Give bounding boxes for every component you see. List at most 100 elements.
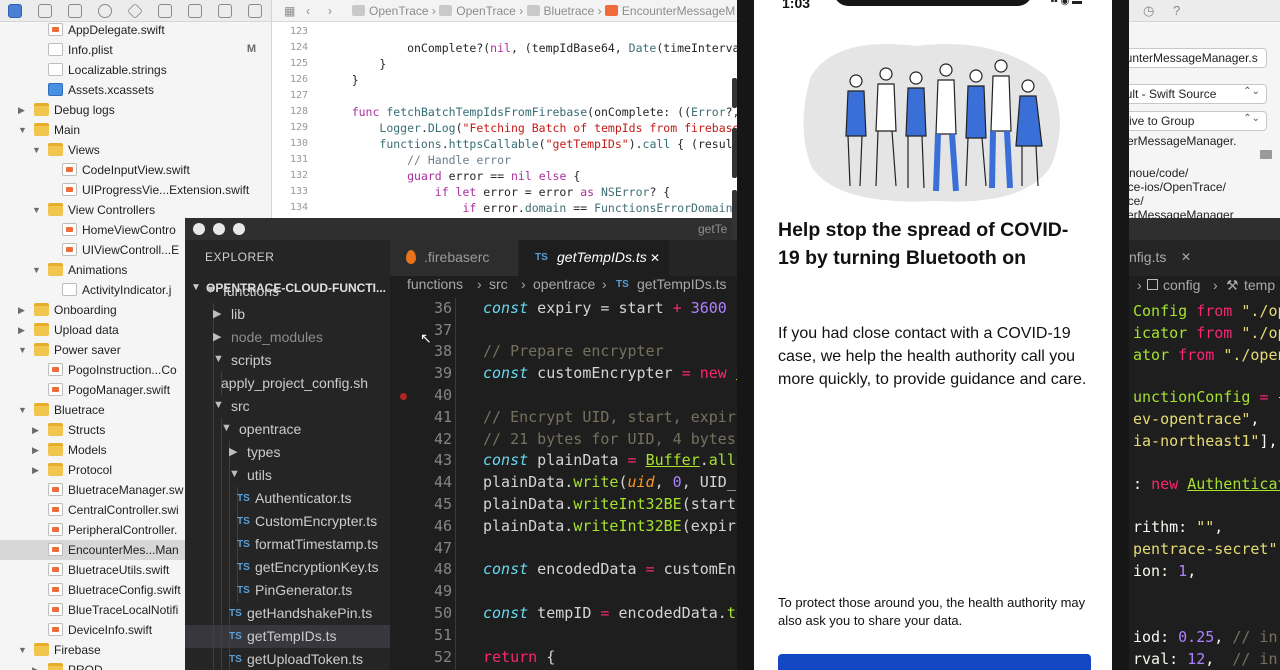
navigator-file[interactable]: UIProgressVie...Extension.swift	[0, 180, 271, 200]
find-navigator-icon[interactable]	[98, 4, 112, 18]
volume-button[interactable]	[732, 128, 737, 178]
explorer-file[interactable]: TS Authenticator.ts	[185, 487, 390, 510]
explorer-folder[interactable]: ▼ scripts	[185, 349, 390, 372]
crumb-file[interactable]: getTempIDs.ts	[637, 276, 726, 292]
xcode-code-lines[interactable]: 123 124 onComplete?(nil, (tempIdBase64, D…	[272, 24, 746, 216]
code-line[interactable]: 132 guard error == nil else {	[272, 168, 742, 184]
code-line[interactable]: ev-opentrace",	[1133, 410, 1259, 428]
disclosure-triangle-icon[interactable]: ▶	[32, 464, 42, 476]
explorer-file[interactable]: TS formatTimestamp.ts	[185, 533, 390, 556]
jump-bar-path[interactable]: OpenTrace › OpenTrace › Bluetrace › Enco…	[352, 4, 735, 18]
code-line[interactable]: 127	[272, 88, 742, 104]
code-line[interactable]: 124 onComplete?(nil, (tempIdBase64, Date…	[272, 40, 746, 56]
navigator-file[interactable]: Localizable.strings	[0, 60, 271, 80]
file-type-select[interactable]: ault - Swift Source ⌃⌄	[1113, 84, 1267, 104]
volume-button[interactable]	[732, 78, 737, 108]
explorer-folder[interactable]: ▼ src	[185, 395, 390, 418]
navigator-file[interactable]: Assets.xcassets	[0, 80, 271, 100]
issue-navigator-icon[interactable]	[127, 3, 143, 19]
explorer-file[interactable]: TS getEncryptionKey.ts	[185, 556, 390, 579]
explorer-folder[interactable]: ▼ utils	[185, 464, 390, 487]
test-navigator-icon[interactable]	[158, 4, 172, 18]
explorer-folder[interactable]: ▼ opentrace	[185, 418, 390, 441]
navigator-group[interactable]: ▶ Debug logs	[0, 100, 271, 120]
disclosure-triangle-icon[interactable]: ▼	[32, 144, 42, 156]
explorer-file[interactable]: TS getTempIDs.ts	[185, 625, 390, 648]
disclosure-triangle-icon[interactable]: ▼	[18, 124, 28, 136]
navigator-group[interactable]: ▼ View Controllers	[0, 200, 271, 220]
code-line[interactable]: pentrace-secret",	[1133, 540, 1280, 558]
explorer-file[interactable]: TS getUploadToken.ts	[185, 648, 390, 670]
explorer-file[interactable]: TS getHandshakePin.ts	[185, 602, 390, 625]
disclosure-triangle-icon[interactable]: ▶	[18, 104, 28, 116]
close-tab-icon[interactable]: ✕	[1181, 250, 1191, 264]
close-tab-icon[interactable]: ✕	[650, 251, 660, 265]
disclosure-triangle-icon[interactable]: ▶	[32, 424, 42, 436]
tab-firebaserc[interactable]: .firebaserc	[390, 240, 518, 276]
project-navigator-icon[interactable]	[8, 4, 22, 18]
code-line[interactable]: ion: 1,	[1133, 562, 1196, 580]
code-line[interactable]: Config from "./op	[1133, 302, 1280, 320]
disclosure-triangle-icon[interactable]: ▶	[32, 444, 42, 456]
disclosure-triangle-icon[interactable]: ▶	[18, 304, 28, 316]
disclosure-triangle-icon[interactable]: ▼	[32, 264, 42, 276]
source-control-icon[interactable]	[38, 4, 52, 18]
code-line[interactable]: : new Authenticat	[1133, 475, 1280, 493]
explorer-file[interactable]: apply_project_config.sh	[185, 372, 390, 395]
tab-config[interactable]: nfig.ts ✕	[1129, 240, 1280, 276]
zoom-window-button[interactable]	[233, 223, 245, 235]
navigator-file[interactable]: Info.plist M	[0, 40, 271, 60]
primary-action-button[interactable]	[778, 654, 1091, 670]
navigator-file[interactable]: CodeInputView.swift	[0, 160, 271, 180]
folder-icon[interactable]	[1260, 150, 1272, 159]
code-line[interactable]: ia-northeast1"],	[1133, 432, 1278, 450]
forward-icon[interactable]: ›	[328, 4, 332, 18]
breakpoint-navigator-icon[interactable]	[218, 4, 232, 18]
code-line[interactable]: ator from "./open	[1133, 346, 1280, 364]
code-line[interactable]: 131 // Handle error	[272, 152, 742, 168]
crumb-src[interactable]: src	[489, 276, 508, 292]
file-name-field[interactable]: ounterMessageManager.s	[1113, 48, 1267, 68]
back-icon[interactable]: ‹	[306, 4, 310, 18]
navigator-group[interactable]: ▼ Views	[0, 140, 271, 160]
explorer-file[interactable]: TS CustomEncrypter.ts	[185, 510, 390, 533]
location-select[interactable]: ative to Group ⌃⌄	[1113, 111, 1267, 131]
code-line[interactable]: icator from "./ope	[1133, 324, 1280, 342]
disclosure-triangle-icon[interactable]: ▼	[18, 344, 28, 356]
code-line[interactable]: 130 functions.httpsCallable("getTempIDs"…	[272, 136, 746, 152]
explorer-file[interactable]: TS PinGenerator.ts	[185, 579, 390, 602]
symbol-navigator-icon[interactable]	[68, 4, 82, 18]
tab-gettempids[interactable]: TS getTempIDs.ts ✕	[519, 240, 669, 276]
code-line[interactable]: 129 Logger.DLog("Fetching Batch of tempI…	[272, 120, 746, 136]
crumb-opentrace[interactable]: opentrace	[533, 276, 595, 292]
code-line[interactable]: unctionConfig = {	[1133, 388, 1280, 406]
grid-icon[interactable]: ▦	[284, 4, 295, 18]
code-line[interactable]: rval: 12, // in	[1133, 650, 1278, 668]
explorer-folder[interactable]: ▼ functions	[185, 280, 390, 303]
code-line[interactable]: iod: 0.25, // in	[1133, 628, 1278, 646]
code-line[interactable]: 128 func fetchBatchTempIdsFromFirebase(o…	[272, 104, 742, 120]
code-line[interactable]: 126 }	[272, 72, 742, 88]
disclosure-triangle-icon[interactable]: ▼	[18, 644, 28, 656]
navigator-file[interactable]: AppDelegate.swift	[0, 20, 271, 40]
code-line[interactable]: 133 if let error = error as NSError? {	[272, 184, 742, 200]
explorer-folder[interactable]: ▶ lib	[185, 303, 390, 326]
code-line[interactable]: 125 }	[272, 56, 742, 72]
debug-navigator-icon[interactable]	[188, 4, 202, 18]
disclosure-triangle-icon[interactable]: ▶	[18, 324, 28, 336]
volume-button[interactable]	[732, 190, 737, 240]
report-navigator-icon[interactable]	[248, 4, 262, 18]
close-window-button[interactable]	[193, 223, 205, 235]
minimize-window-button[interactable]	[213, 223, 225, 235]
explorer-folder[interactable]: ▶ node_modules	[185, 326, 390, 349]
code-line[interactable]: 123	[272, 24, 742, 40]
help-icon[interactable]: ?	[1173, 3, 1180, 18]
disclosure-triangle-icon[interactable]: ▼	[18, 404, 28, 416]
disclosure-triangle-icon[interactable]: ▼	[32, 204, 42, 216]
explorer-folder[interactable]: ▶ types	[185, 441, 390, 464]
crumb-functions[interactable]: functions	[407, 276, 463, 292]
navigator-group[interactable]: ▼ Main	[0, 120, 271, 140]
history-icon[interactable]: ◷	[1143, 3, 1154, 19]
code-line[interactable]: rithm: "",	[1133, 518, 1223, 536]
code-line[interactable]: 134 if error.domain == FunctionsErrorDom…	[272, 200, 746, 216]
